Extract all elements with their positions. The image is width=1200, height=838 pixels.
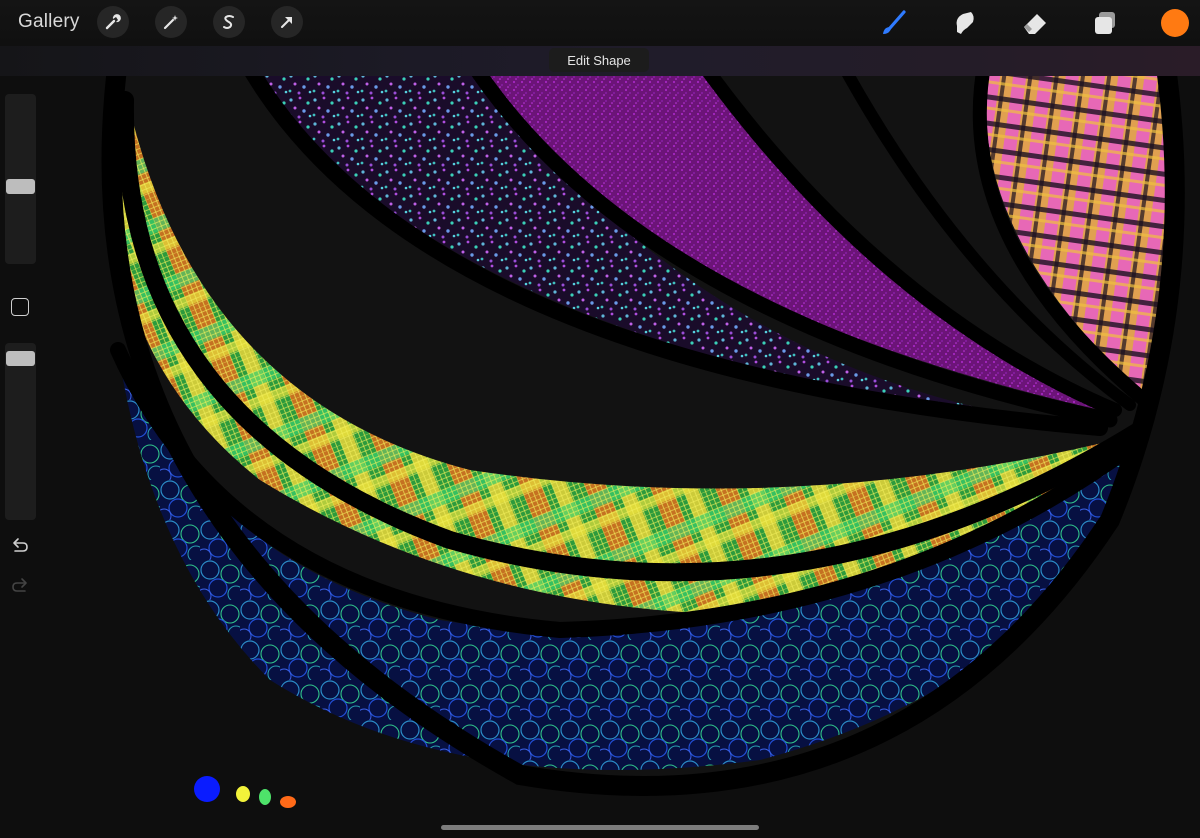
home-indicator — [441, 825, 759, 830]
swatch-green — [259, 789, 271, 805]
selection-button[interactable] — [213, 6, 245, 38]
redo-button[interactable] — [9, 574, 31, 596]
brush-button[interactable] — [877, 6, 911, 40]
brush-size-slider[interactable] — [5, 94, 36, 264]
swatch-blue — [194, 776, 220, 802]
gallery-button[interactable]: Gallery — [18, 11, 80, 33]
arrow-cursor-icon — [281, 17, 292, 28]
layers-icon — [1095, 12, 1115, 34]
swatch-orange — [280, 796, 296, 808]
opacity-handle[interactable] — [6, 351, 35, 366]
color-picker-button[interactable] — [1161, 9, 1189, 37]
layers-button[interactable] — [1088, 6, 1122, 40]
magic-wand-icon — [163, 15, 178, 30]
actions-button[interactable] — [97, 6, 129, 38]
top-toolbar: Gallery — [0, 0, 1200, 46]
eraser-icon — [1024, 14, 1046, 34]
undo-button[interactable] — [9, 534, 31, 556]
opacity-slider[interactable] — [5, 343, 36, 520]
smudge-icon — [956, 12, 974, 34]
smudge-button[interactable] — [947, 6, 981, 40]
adjustments-button[interactable] — [155, 6, 187, 38]
artwork — [0, 0, 1200, 838]
undo-icon — [13, 538, 28, 552]
brush-icon — [883, 10, 906, 34]
eraser-button[interactable] — [1018, 6, 1052, 40]
transform-button[interactable] — [271, 6, 303, 38]
redo-icon — [12, 578, 27, 592]
swatch-yellow — [236, 786, 250, 802]
modify-button[interactable] — [11, 298, 29, 316]
brush-size-handle[interactable] — [6, 179, 35, 194]
selection-s-icon — [223, 15, 234, 29]
drawing-canvas[interactable] — [0, 0, 1200, 838]
wrench-icon — [105, 14, 121, 30]
edit-shape-button[interactable]: Edit Shape — [549, 48, 649, 72]
